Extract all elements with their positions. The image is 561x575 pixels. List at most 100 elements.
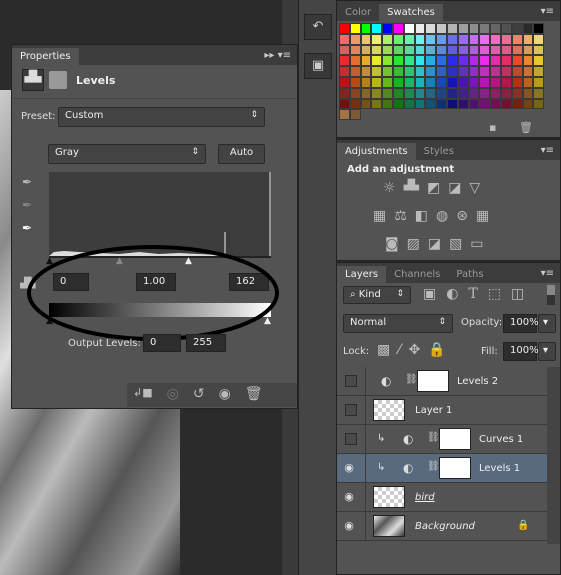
swatch[interactable] (468, 87, 480, 99)
visibility-toggle[interactable] (345, 375, 357, 387)
swatch[interactable] (446, 33, 458, 45)
swatch[interactable] (479, 23, 491, 34)
swatch[interactable] (500, 87, 512, 99)
swatch[interactable] (371, 87, 383, 99)
swatch[interactable] (457, 33, 469, 45)
shape-filter-icon[interactable]: ⬚ (488, 286, 501, 302)
swatch[interactable] (511, 33, 523, 45)
black-eyedropper-icon[interactable]: ✒ (22, 175, 32, 189)
swatch[interactable] (382, 98, 393, 110)
lock-all-icon[interactable]: 🔒 (428, 342, 445, 358)
swatch[interactable] (500, 23, 512, 34)
swatch[interactable] (490, 55, 501, 67)
swatch[interactable] (500, 98, 512, 110)
visibility-toggle[interactable] (345, 404, 357, 416)
tab-adjustments[interactable]: Adjustments (337, 143, 416, 160)
swatch[interactable] (479, 98, 491, 110)
swatch[interactable] (490, 33, 501, 45)
swatch[interactable] (403, 23, 415, 34)
swatch[interactable] (522, 23, 534, 34)
swatch[interactable] (500, 33, 512, 45)
swatch[interactable] (425, 87, 437, 99)
history-icon[interactable]: ↶ (304, 14, 332, 40)
swatch[interactable] (479, 66, 491, 77)
swatch[interactable] (414, 33, 426, 45)
swatch[interactable] (522, 98, 534, 110)
swatch[interactable] (490, 44, 501, 56)
swatch[interactable] (511, 23, 523, 34)
selective-color-icon[interactable]: ▧ (449, 236, 462, 252)
tab-channels[interactable]: Channels (386, 266, 448, 283)
swatch[interactable] (468, 44, 480, 56)
swatch[interactable] (392, 98, 404, 110)
swatch[interactable] (425, 98, 437, 110)
swatch[interactable] (436, 66, 447, 77)
layer-mask-thumbnail[interactable] (439, 428, 471, 450)
swatch[interactable] (533, 76, 545, 88)
swatch[interactable] (479, 33, 491, 45)
output-white-field[interactable]: 255 (186, 334, 226, 352)
swatch[interactable] (457, 55, 469, 67)
swatch[interactable] (403, 44, 415, 56)
swatch[interactable] (457, 76, 469, 88)
color-lookup-icon[interactable]: ▦ (476, 208, 489, 224)
swatch[interactable] (511, 55, 523, 67)
swatch[interactable] (414, 23, 426, 34)
swatch[interactable] (500, 44, 512, 56)
tab-color[interactable]: Color (337, 4, 379, 21)
swatch[interactable] (403, 98, 415, 110)
panel-menu-icon[interactable]: ▾≡ (541, 145, 554, 156)
tab-styles[interactable]: Styles (416, 143, 462, 160)
black-white-icon[interactable]: ◧ (415, 208, 428, 224)
swatch[interactable] (500, 66, 512, 77)
3d-icon[interactable]: ▣ (304, 53, 332, 79)
color-balance-icon[interactable]: ⚖ (394, 208, 407, 224)
swatch[interactable] (533, 23, 545, 34)
swatch[interactable] (490, 87, 501, 99)
swatch[interactable] (511, 87, 523, 99)
visibility-icon[interactable]: ◉ (219, 386, 231, 404)
opacity-field[interactable]: 100% (503, 314, 539, 333)
threshold-icon[interactable]: ◪ (428, 236, 441, 252)
panel-menu-icon[interactable]: ▸▸ ▾≡ (264, 50, 291, 61)
swatch[interactable] (511, 76, 523, 88)
swatch[interactable] (468, 66, 480, 77)
swatch[interactable] (533, 44, 545, 56)
swatch[interactable] (371, 55, 383, 67)
curves-icon[interactable]: ◩ (427, 180, 440, 196)
swatch[interactable] (468, 23, 480, 34)
swatch[interactable] (360, 66, 372, 77)
layer-row[interactable]: Layer 1 (337, 396, 547, 425)
swatch[interactable] (360, 87, 372, 99)
swatch[interactable] (339, 98, 350, 110)
layer-row[interactable]: ◐ ⛓ Levels 2 (337, 367, 547, 396)
levels-icon[interactable]: ▟▙ (22, 69, 44, 91)
swatch[interactable] (349, 55, 361, 67)
swatch[interactable] (392, 33, 404, 45)
swatch[interactable] (360, 55, 372, 67)
swatch[interactable] (392, 66, 404, 77)
link-icon[interactable]: ⛓ (405, 374, 418, 385)
swatch[interactable] (446, 66, 458, 77)
swatch[interactable] (511, 66, 523, 77)
swatch[interactable] (360, 44, 372, 56)
adjustment-filter-icon[interactable]: ◐ (446, 286, 458, 302)
swatch[interactable] (392, 87, 404, 99)
brightness-icon[interactable]: ☼ (383, 180, 396, 196)
layer-thumbnail[interactable] (373, 486, 405, 508)
tab-properties[interactable]: Properties (12, 48, 79, 65)
swatch[interactable] (382, 87, 393, 99)
swatch[interactable] (446, 55, 458, 67)
gradient-triangle-icon[interactable]: ▽ (469, 180, 480, 196)
swatch[interactable] (382, 23, 393, 34)
swatch[interactable] (446, 76, 458, 88)
swatch[interactable] (425, 55, 437, 67)
swatch[interactable] (414, 87, 426, 99)
white-eyedropper-icon[interactable]: ✒ (22, 221, 32, 235)
swatch[interactable] (522, 44, 534, 56)
swatch[interactable] (533, 98, 545, 110)
swatch[interactable] (533, 66, 545, 77)
swatch[interactable] (403, 33, 415, 45)
view-previous-icon[interactable]: ◎ (167, 386, 179, 404)
channel-mixer-icon[interactable]: ⊛ (456, 208, 468, 224)
